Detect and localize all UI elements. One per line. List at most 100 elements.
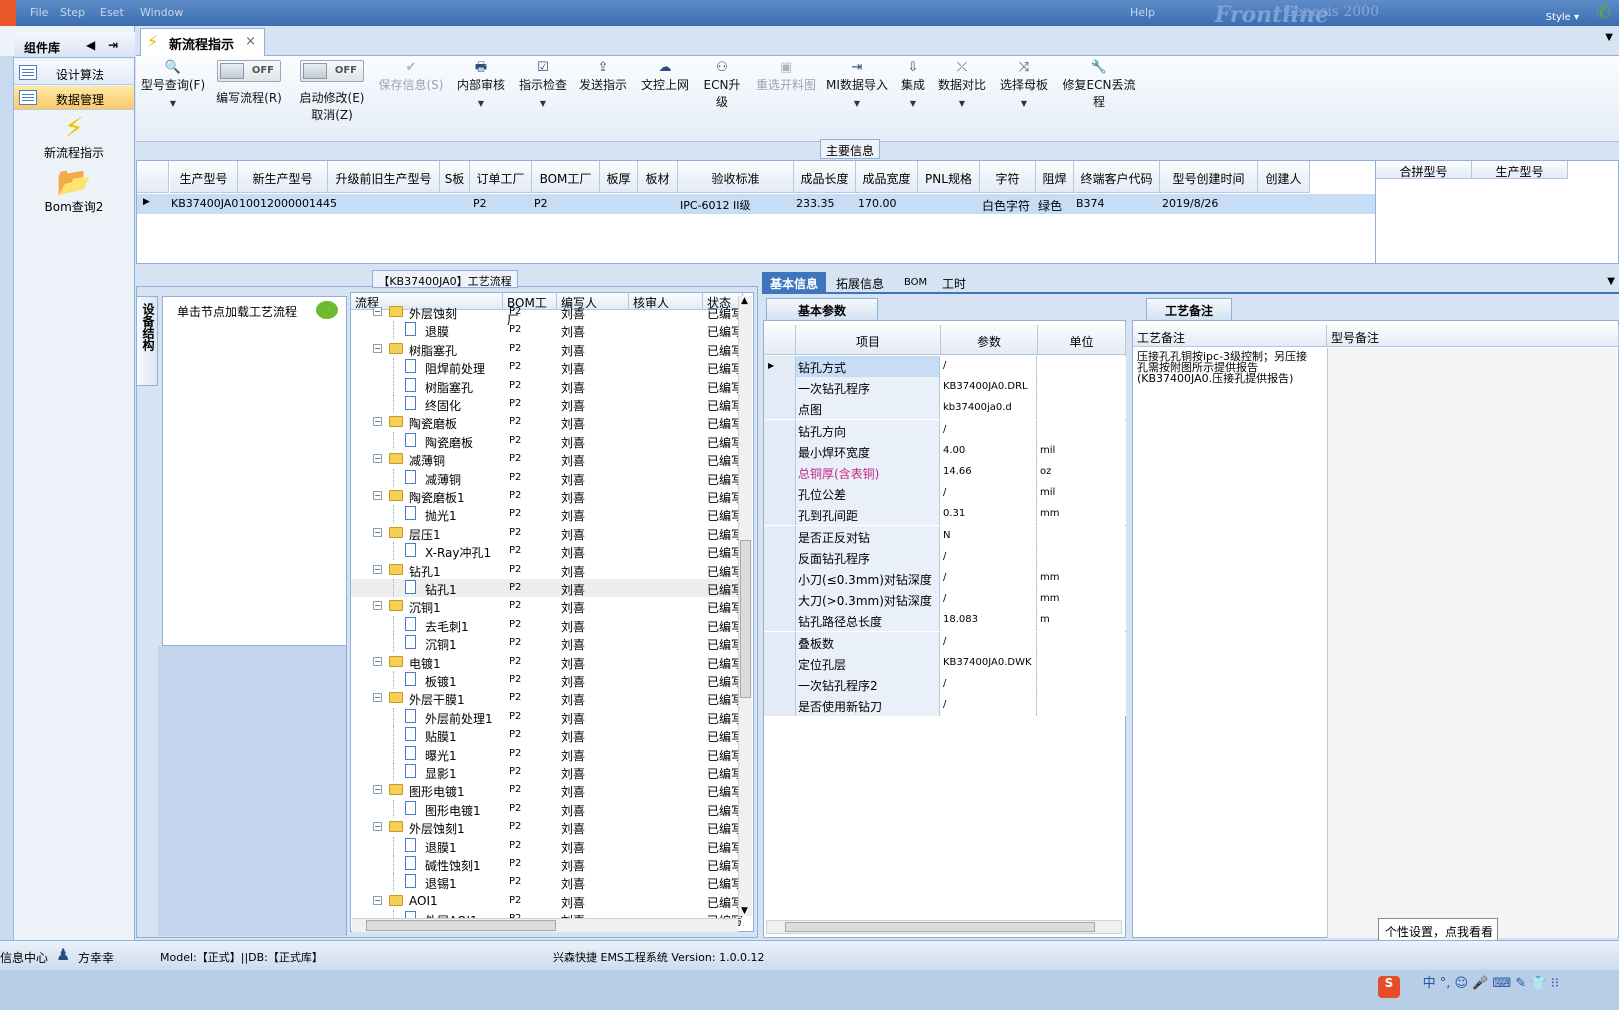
phone-icon[interactable]: ✆ (1596, 2, 1611, 23)
param-value[interactable]: N (941, 525, 1037, 547)
menu-item[interactable]: Window (140, 6, 183, 19)
row-header[interactable] (764, 546, 796, 568)
column-header[interactable]: 订单工厂 (470, 161, 532, 193)
list-item[interactable]: 沉铜1 P2 刘喜 已编写 (351, 634, 743, 653)
collapse-icon[interactable]: − (373, 343, 382, 353)
ecn-upgrade-button[interactable]: ⚇ ECN升级 (698, 60, 746, 110)
row-header[interactable] (764, 652, 796, 674)
collapse-icon[interactable]: − (373, 895, 382, 905)
toggle-switch[interactable]: OFF (217, 60, 281, 82)
row-header[interactable] (764, 589, 796, 611)
list-item[interactable]: 退膜1 P2 刘喜 已编写 (351, 836, 743, 855)
list-item[interactable]: 退锡1 P2 刘喜 已编写 (351, 873, 743, 892)
send-instruction-button[interactable]: ⇪ 发送指示 (576, 60, 630, 93)
list-item[interactable]: 外层前处理1 P2 刘喜 已编写 (351, 707, 743, 726)
bom-query-shortcut[interactable]: 📂 Bom查询2 (14, 166, 134, 215)
column-header[interactable]: S板 (440, 161, 470, 193)
row-header[interactable] (764, 610, 796, 632)
list-item[interactable]: − AOI1 P2 刘喜 已编写 (351, 892, 743, 910)
cell-acceptance-standard[interactable]: IPC-6012 II级 (680, 194, 751, 214)
row-header[interactable]: ▶ (764, 356, 796, 377)
cell-bom-factory[interactable]: P2 (534, 194, 548, 214)
collapse-icon[interactable]: − (373, 564, 382, 574)
table-row[interactable]: 总铜厚(含表铜) 14.66 oz (764, 462, 1126, 483)
param-value[interactable]: / (941, 568, 1037, 589)
column-header[interactable]: 单位 (1038, 325, 1126, 355)
chevron-down-icon[interactable]: ▼ (1607, 276, 1615, 287)
column-header[interactable]: 项目 (796, 325, 941, 355)
row-header[interactable] (764, 568, 796, 589)
params-horizontal-scrollbar[interactable] (766, 920, 1122, 934)
row-header[interactable] (764, 440, 796, 462)
cell-character[interactable]: 白色字符 (982, 194, 1030, 214)
table-row[interactable]: 小刀(≤0.3mm)对钻深度 / mm (764, 568, 1126, 589)
row-header[interactable] (764, 483, 796, 505)
param-value[interactable]: 14.66 (941, 462, 1037, 483)
model-query-button[interactable]: 🔍 型号查询(F) ▼ (140, 60, 206, 108)
row-header[interactable] (764, 377, 796, 399)
tab-work-hours[interactable]: 工时 (934, 272, 974, 294)
list-item[interactable]: − 层压1 P2 刘喜 已编写 (351, 524, 743, 542)
param-value[interactable]: 0.31 (941, 504, 1037, 526)
cell-width[interactable]: 170.00 (858, 194, 897, 214)
list-item[interactable]: − 电镀1 P2 刘喜 已编写 (351, 653, 743, 671)
sogou-ime-icon[interactable]: S (1378, 976, 1400, 998)
tab-basic-info[interactable]: 基本信息 (762, 272, 827, 294)
collapse-icon[interactable]: − (373, 454, 382, 464)
collapse-icon[interactable]: − (373, 822, 382, 832)
row-header[interactable] (764, 462, 796, 483)
param-value[interactable]: KB37400JA0.DRL (941, 377, 1037, 399)
collapse-icon[interactable]: − (373, 491, 382, 500)
column-header[interactable]: 终端客户代码 (1074, 161, 1160, 193)
cell-model[interactable]: KB37400JA0 (171, 194, 238, 214)
table-row[interactable]: 一次钻孔程序 KB37400JA0.DRL (764, 377, 1126, 399)
reselect-cutting-image-button[interactable]: ▣ 重选开料图 (754, 60, 818, 93)
process-note-text[interactable]: 压接孔孔铜按ipc-3级控制；另压接孔需按附图所示提供报告(KB37400JA0… (1137, 351, 1317, 384)
row-header[interactable] (764, 695, 796, 717)
left-collapse-strip[interactable] (0, 56, 14, 971)
process-notes-tab[interactable]: 工艺备注 (1146, 298, 1232, 320)
column-header[interactable]: 生产型号 (170, 161, 238, 193)
table-row[interactable]: 最小焊环宽度 4.00 mil (764, 440, 1126, 462)
column-header[interactable]: PNL规格 (918, 161, 980, 193)
row-header[interactable] (764, 419, 796, 441)
row-header[interactable] (764, 504, 796, 526)
menu-item[interactable]: Eset (100, 6, 124, 19)
nav-item-design-algorithm[interactable]: 设计算法 (14, 61, 134, 85)
column-header[interactable]: 创建人 (1258, 161, 1310, 193)
style-menu[interactable]: Style ▾ (1546, 12, 1579, 23)
collapse-icon[interactable]: − (373, 656, 382, 666)
row-header[interactable] (764, 631, 796, 653)
param-value[interactable]: / (941, 631, 1037, 653)
collapse-icon[interactable]: − (373, 693, 382, 703)
column-header[interactable]: 成品宽度 (856, 161, 918, 193)
collapse-arrow-icon[interactable]: ◀ (86, 38, 95, 52)
instruction-check-button[interactable]: ☑ 指示检查 ▼ (516, 60, 570, 108)
cancel-label[interactable]: 取消(Z) (296, 106, 368, 123)
basic-params-tab[interactable]: 基本参数 (766, 298, 878, 320)
nav-item-data-management[interactable]: 数据管理 (14, 86, 134, 110)
list-item[interactable]: 贴膜1 P2 刘喜 已编写 (351, 726, 743, 745)
row-header[interactable] (764, 398, 796, 420)
collapse-icon[interactable]: − (373, 601, 382, 611)
list-item[interactable]: 钻孔1 P2 刘喜 已编写 (351, 579, 743, 597)
list-item[interactable]: 退膜 P2 刘喜 已编写 (351, 321, 743, 340)
list-item[interactable]: − 外层蚀刻 P2 刘喜 已编写 (351, 303, 743, 321)
save-info-button[interactable]: ✔ 保存信息(S) (376, 60, 446, 93)
menu-item[interactable]: Step (60, 6, 85, 19)
table-row[interactable]: 钻孔路径总长度 18.083 m (764, 610, 1126, 632)
table-row[interactable]: 一次钻孔程序2/ (764, 674, 1126, 695)
ime-toolbar[interactable]: 中 °, ☺ 🎤 ⌨ ✎ 👕 ⁝⁝ (1423, 972, 1559, 991)
column-header[interactable]: 阻焊 (1036, 161, 1074, 193)
column-header[interactable]: 型号备注 (1327, 325, 1619, 347)
start-modify-toggle[interactable]: OFF 启动修改(E) 取消(Z) (296, 60, 368, 123)
column-header[interactable]: 字符 (980, 161, 1036, 193)
list-item[interactable]: 碱性蚀刻1 P2 刘喜 已编写 (351, 855, 743, 873)
list-item[interactable]: 抛光1 P2 刘喜 已编写 (351, 505, 743, 524)
new-process-instruction-shortcut[interactable]: ⚡ 新流程指示 (14, 112, 134, 161)
table-row[interactable]: 是否使用新钻刀 / (764, 695, 1126, 717)
close-icon[interactable]: × (245, 34, 256, 49)
menu-item[interactable]: File (30, 6, 48, 19)
column-header[interactable]: 板厚 (600, 161, 638, 193)
personalization-tooltip[interactable]: 个性设置，点我看看 (1378, 918, 1498, 942)
